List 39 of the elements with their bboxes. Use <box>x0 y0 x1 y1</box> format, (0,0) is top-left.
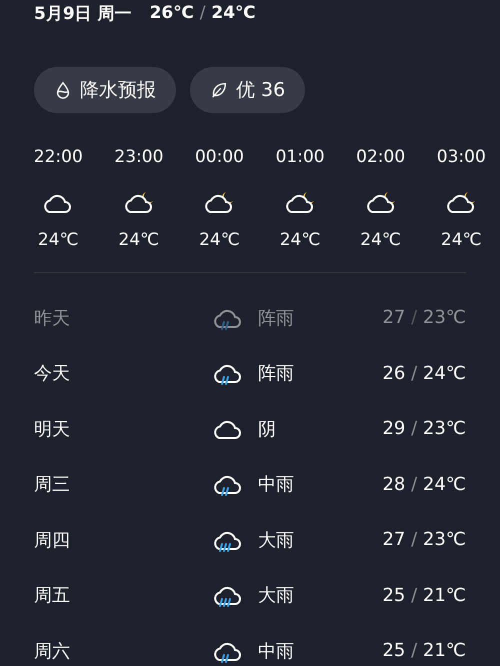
hour-time: 03:00 <box>436 147 486 169</box>
hour-temperature: 24℃ <box>199 230 240 250</box>
day-label: 周四 <box>34 528 71 552</box>
chip-button[interactable]: 降水预报 <box>34 67 176 113</box>
temperature-range: 27 / 23℃ <box>382 529 466 550</box>
condition-text: 大雨 <box>258 528 295 552</box>
hour-time: 00:00 <box>194 147 244 169</box>
hour-time: 23:00 <box>114 147 164 169</box>
day-label: 周五 <box>34 584 71 608</box>
temperature-range: 28 / 24℃ <box>382 474 466 495</box>
temperature-range: 25 / 21℃ <box>382 584 466 606</box>
hour-temperature: 24℃ <box>360 230 402 250</box>
date-text: 5月9日 周一 <box>34 2 132 24</box>
temperature-range: 29 / 23℃ <box>382 418 466 440</box>
hour-time: 22:00 <box>34 147 83 169</box>
condition-text: 中雨 <box>258 640 295 663</box>
condition-text: 阵雨 <box>258 362 295 386</box>
temperature-range: 26 / 24℃ <box>382 362 466 384</box>
day-label: 周六 <box>34 640 71 663</box>
leaf-icon <box>210 81 228 99</box>
temperature-range: 25 / 21℃ <box>382 640 466 662</box>
condition-text: 阴 <box>258 418 277 441</box>
drop-icon <box>54 81 72 99</box>
condition-text: 大雨 <box>258 584 295 608</box>
hour-temperature: 24℃ <box>38 230 79 250</box>
day-label: 周三 <box>34 473 71 496</box>
temperature-range: 27 / 23℃ <box>382 307 466 328</box>
day-label: 昨天 <box>34 306 71 330</box>
hour-temperature: 24℃ <box>118 230 160 250</box>
hour-temperature: 24℃ <box>440 230 482 250</box>
hour-time: 01:00 <box>276 147 325 169</box>
day-label: 明天 <box>34 418 71 441</box>
condition-text: 中雨 <box>258 473 295 496</box>
hour-temperature: 24℃ <box>280 230 320 250</box>
day-label: 今天 <box>34 362 71 386</box>
condition-text: 阵雨 <box>258 306 295 330</box>
chip-button[interactable]: 优 36 <box>190 67 306 113</box>
temperature-range: 26℃ / 24℃ <box>150 3 256 23</box>
hour-time: 02:00 <box>356 147 406 169</box>
